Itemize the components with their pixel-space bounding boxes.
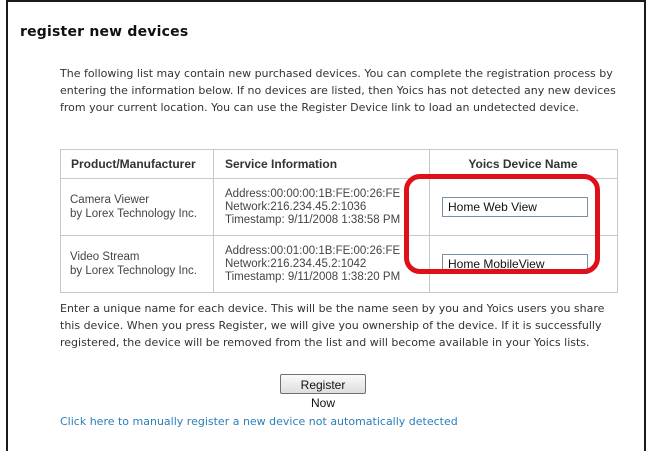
table-header-row: Product/Manufacturer Service Information… [60,149,618,179]
register-now-button[interactable]: Register Now [280,374,366,410]
page-heading: register new devices [20,24,189,40]
service-timestamp: Timestamp: 9/11/2008 1:38:58 PM [225,213,401,226]
manufacturer-name: by Lorex Technology Inc. [70,208,198,220]
header-product: Product/Manufacturer [60,149,214,179]
header-service: Service Information [213,149,430,179]
service-network: Network:216.234.45.2:1036 [225,200,367,213]
header-device-name: Yoics Device Name [429,149,618,179]
product-name: Camera Viewer [70,194,150,206]
content-frame: register new devices The following list … [6,0,646,451]
service-address: Address:00:00:00:1B:FE:00:26:FE [225,187,401,200]
service-cell: Address:00:01:00:1B:FE:00:26:FE Network:… [213,235,430,293]
device-name-input[interactable] [442,197,588,217]
table-row: Camera Viewer by Lorex Technology Inc. A… [60,178,618,236]
device-name-cell [429,235,618,293]
device-name-input[interactable] [442,254,588,274]
intro-text: The following list may contain new purch… [60,67,616,114]
service-address: Address:00:01:00:1B:FE:00:26:FE [225,244,401,257]
manual-register-link[interactable]: Click here to manually register a new de… [60,415,458,428]
service-network: Network:216.234.45.2:1042 [225,257,367,270]
devices-table: Product/Manufacturer Service Information… [60,149,618,293]
product-name: Video Stream [70,251,140,263]
instructions-text: Enter a unique name for each device. Thi… [60,302,605,349]
service-timestamp: Timestamp: 9/11/2008 1:38:20 PM [225,270,401,283]
table-row: Video Stream by Lorex Technology Inc. Ad… [60,235,618,293]
product-cell: Camera Viewer by Lorex Technology Inc. [60,178,214,236]
product-cell: Video Stream by Lorex Technology Inc. [60,235,214,293]
service-cell: Address:00:00:00:1B:FE:00:26:FE Network:… [213,178,430,236]
device-name-cell [429,178,618,236]
manufacturer-name: by Lorex Technology Inc. [70,265,198,277]
